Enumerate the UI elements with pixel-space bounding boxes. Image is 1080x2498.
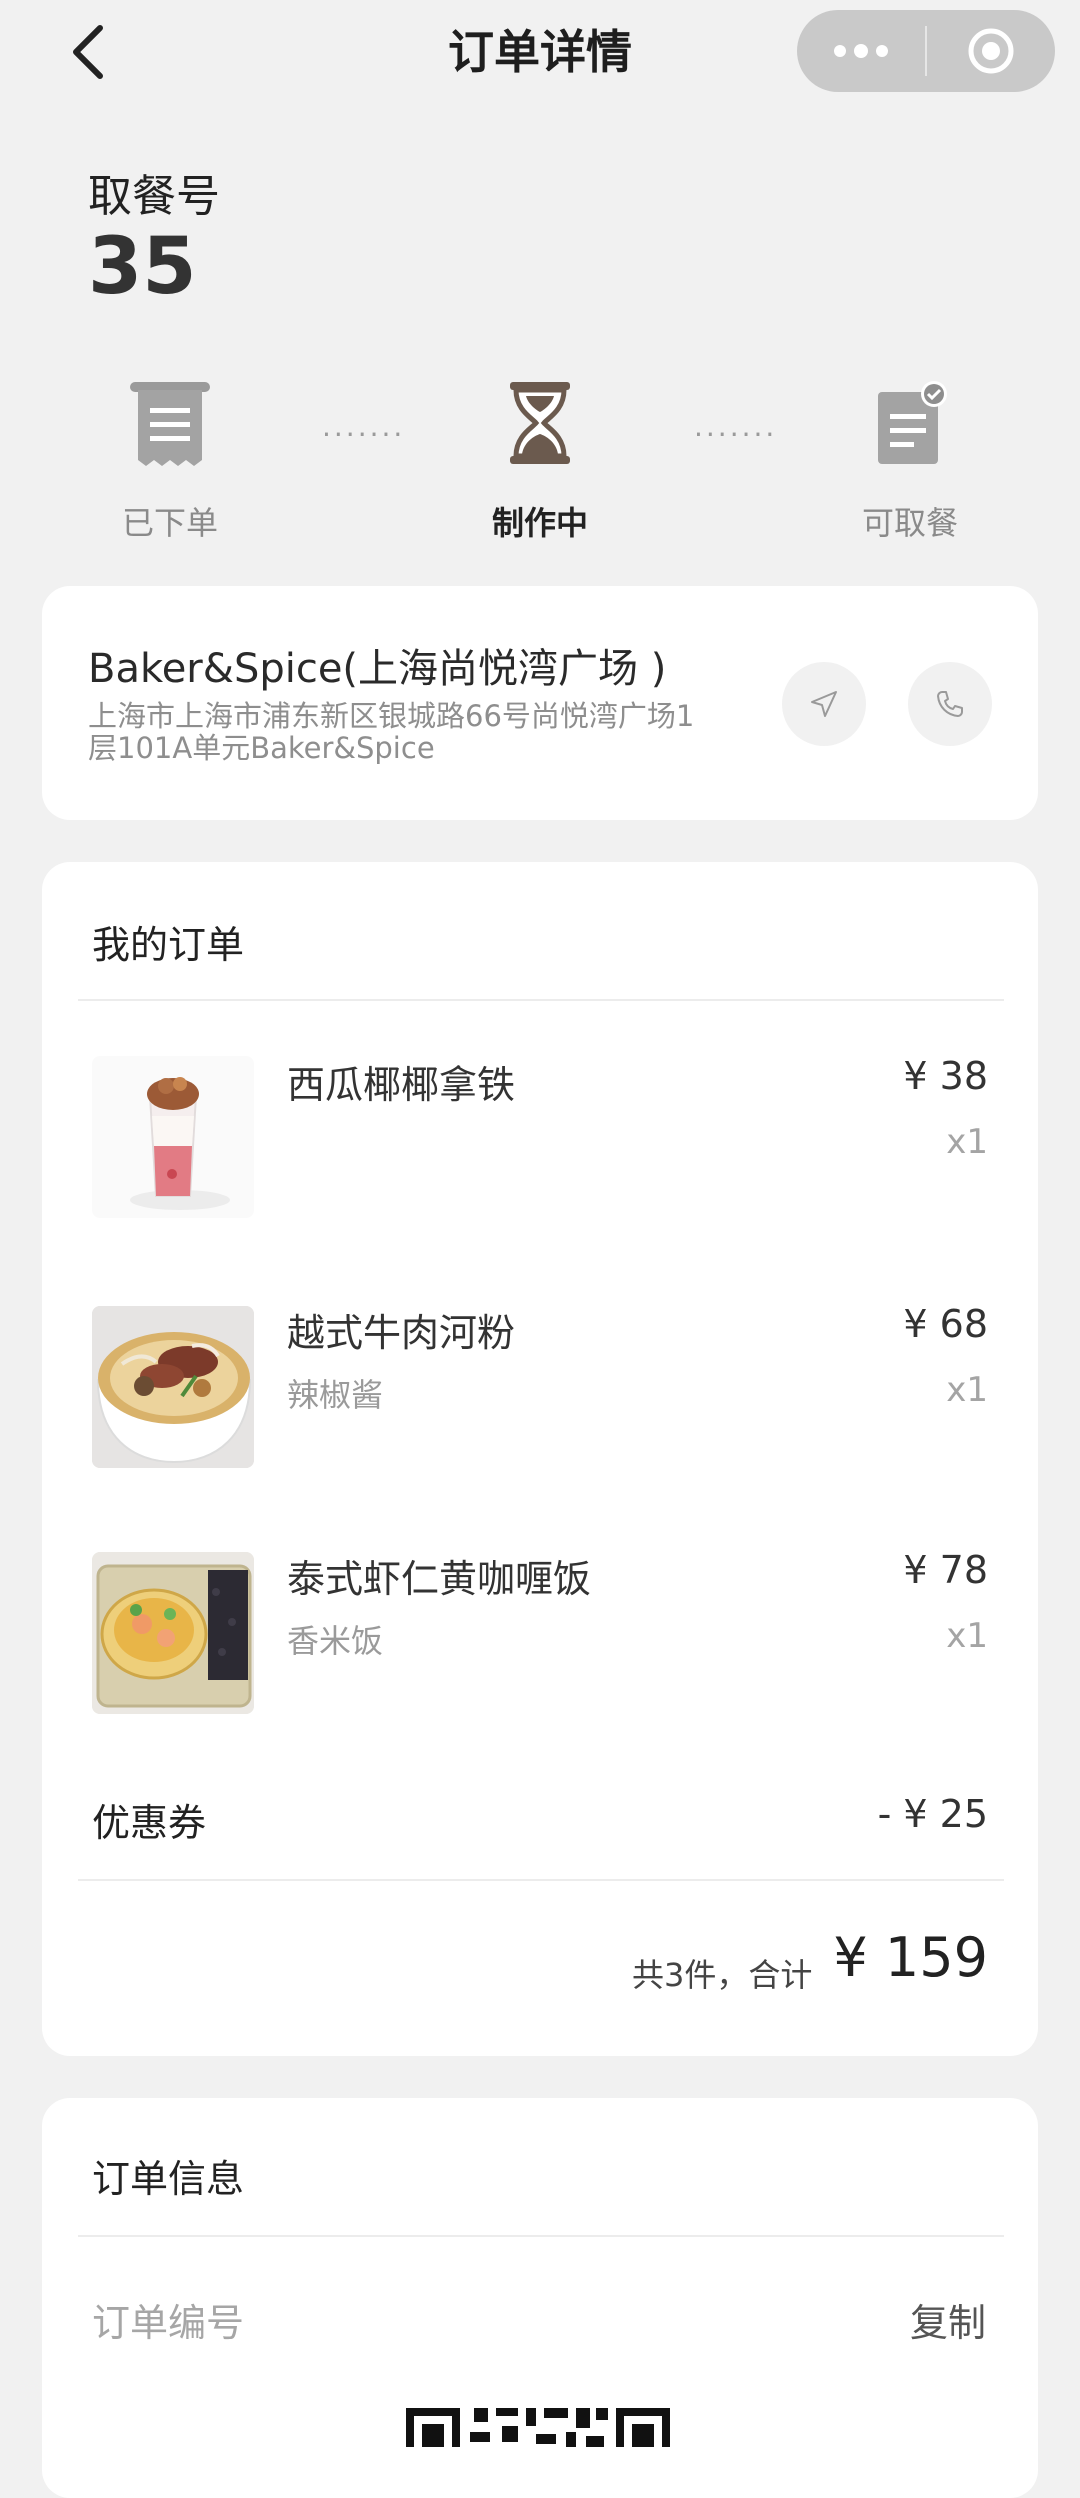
item-name: 越式牛肉河粉 xyxy=(287,1311,516,1355)
total-amount: ¥ 159 xyxy=(833,1926,988,1989)
navigate-button[interactable] xyxy=(782,662,866,746)
item-price: ¥ 68 xyxy=(903,1302,988,1346)
step-ready: 可取餐 xyxy=(810,380,1010,544)
call-button[interactable] xyxy=(908,662,992,746)
copy-button[interactable]: 复制 xyxy=(910,2292,986,2347)
step-ordered: 已下单 xyxy=(70,380,270,544)
store-address-line: 层101A单元Baker&Spice xyxy=(88,731,435,765)
order-section-title: 我的订单 xyxy=(92,923,245,967)
document-check-icon xyxy=(878,381,947,464)
item-qty: x1 xyxy=(946,1370,988,1410)
order-number-label: 订单编号 xyxy=(92,2301,245,2345)
mini-program-capsule xyxy=(797,10,1055,92)
store-address: 上海市上海市浦东新区银城路66号尚悦湾广场1 层101A单元Baker&Spic… xyxy=(88,700,728,764)
item-name: 西瓜椰椰拿铁 xyxy=(287,1063,516,1107)
target-circle-icon xyxy=(968,28,1014,74)
step-label: 已下单 xyxy=(121,504,218,542)
more-dots-icon xyxy=(834,44,888,58)
pickup-label: 取餐号 xyxy=(88,171,220,222)
hourglass-icon xyxy=(510,382,570,464)
step-label: 制作中 xyxy=(491,504,588,542)
step-connector: ······· xyxy=(694,418,778,451)
qr-code xyxy=(406,2402,670,2447)
order-info-title: 订单信息 xyxy=(92,2157,245,2201)
divider xyxy=(78,2235,1004,2237)
receipt-icon xyxy=(130,382,210,466)
step-connector: ······· xyxy=(322,418,406,451)
phone-icon xyxy=(937,691,963,717)
item-option: 香米饭 xyxy=(287,1622,384,1660)
item-option: 辣椒酱 xyxy=(287,1376,384,1414)
step-label: 可取餐 xyxy=(861,504,958,542)
item-name: 泰式虾仁黄咖喱饭 xyxy=(287,1557,592,1601)
step-preparing: 制作中 xyxy=(440,380,640,544)
shrimp-curry-rice-image xyxy=(92,1552,254,1714)
close-button[interactable] xyxy=(927,10,1055,92)
divider xyxy=(78,1879,1004,1881)
item-qty: x1 xyxy=(946,1122,988,1162)
pickup-number: 35 xyxy=(88,222,197,312)
coupon-label: 优惠券 xyxy=(92,1801,207,1845)
divider xyxy=(78,999,1004,1001)
item-price: ¥ 78 xyxy=(903,1548,988,1592)
store-address-line: 上海市上海市浦东新区银城路66号尚悦湾广场1 xyxy=(88,699,695,733)
item-price: ¥ 38 xyxy=(903,1054,988,1098)
more-button[interactable] xyxy=(797,10,925,92)
beef-pho-image xyxy=(92,1306,254,1468)
store-name: Baker&Spice(上海尚悦湾广场 ) xyxy=(88,646,667,692)
watermelon-latte-image xyxy=(92,1056,254,1218)
coupon-value: - ¥ 25 xyxy=(877,1792,988,1836)
item-qty: x1 xyxy=(946,1616,988,1656)
navigation-arrow-icon xyxy=(811,691,837,717)
